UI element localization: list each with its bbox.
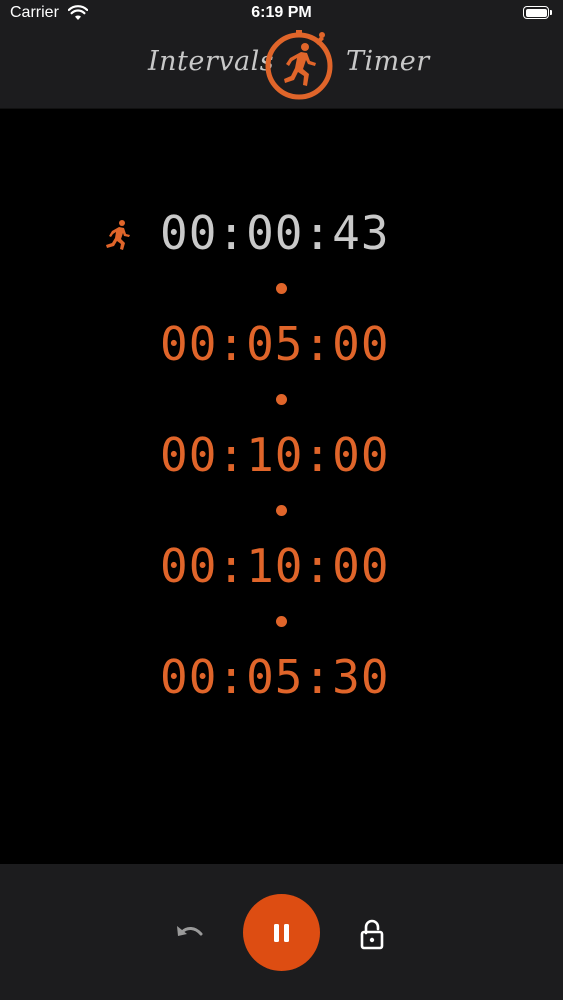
interval-row[interactable]: 00:05:00 <box>0 314 563 374</box>
separator-dot <box>276 505 287 516</box>
undo-button[interactable] <box>170 916 210 952</box>
separator-dot <box>276 283 287 294</box>
interval-row[interactable]: 00:00:43 <box>0 203 563 263</box>
interval-row[interactable]: 00:05:30 <box>0 647 563 707</box>
separator-dot <box>276 616 287 627</box>
app-title-left: Intervals <box>148 46 275 77</box>
unlock-icon <box>360 919 384 950</box>
stopwatch-runner-logo <box>265 30 333 100</box>
separator-dot <box>276 394 287 405</box>
interval-row[interactable]: 00:10:00 <box>0 536 563 596</box>
status-bar: Carrier 6:19 PM <box>0 0 563 30</box>
pause-icon <box>273 923 289 942</box>
runner-icon <box>106 220 130 250</box>
interval-list: 00:00:43 00:05:00 00:10:00 00:10:00 00:0… <box>0 108 563 863</box>
interval-time: 00:10:00 <box>160 428 390 482</box>
undo-icon <box>177 926 203 936</box>
title-bar: Intervals Timer <box>0 28 563 104</box>
bottom-toolbar <box>0 864 563 1000</box>
battery-icon <box>523 6 552 19</box>
app-header: Carrier 6:19 PM Intervals Timer <box>0 0 563 109</box>
interval-time: 00:05:30 <box>160 650 390 704</box>
app-title-right: Timer <box>346 46 430 77</box>
interval-time: 00:00:43 <box>160 206 390 260</box>
interval-time: 00:10:00 <box>160 539 390 593</box>
interval-row[interactable]: 00:10:00 <box>0 425 563 485</box>
status-time: 6:19 PM <box>251 4 312 21</box>
interval-time: 00:05:00 <box>160 317 390 371</box>
pause-button[interactable] <box>243 894 320 971</box>
lock-button[interactable] <box>352 914 392 954</box>
